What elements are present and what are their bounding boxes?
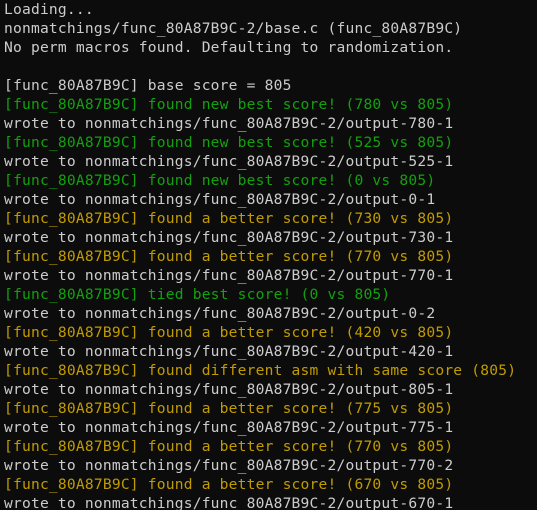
terminal-line: [func_80A87B9C] found a better score! (4… bbox=[4, 324, 454, 341]
terminal-line: wrote to nonmatchings/func_80A87B9C-2/ou… bbox=[4, 495, 454, 510]
terminal-line: [func_80A87B9C] found a better score! (6… bbox=[4, 476, 454, 493]
terminal-output: Loading... nonmatchings/func_80A87B9C-2/b… bbox=[4, 0, 537, 510]
terminal-line: wrote to nonmatchings/func_80A87B9C-2/ou… bbox=[4, 191, 436, 208]
terminal-line: wrote to nonmatchings/func_80A87B9C-2/ou… bbox=[4, 343, 454, 360]
terminal-line: [func_80A87B9C] found a better score! (7… bbox=[4, 438, 454, 455]
terminal-window[interactable]: Loading... nonmatchings/func_80A87B9C-2/b… bbox=[0, 0, 537, 510]
terminal-line: [func_80A87B9C] found a better score! (7… bbox=[4, 248, 454, 265]
terminal-line: Loading... bbox=[4, 1, 94, 18]
terminal-line: wrote to nonmatchings/func_80A87B9C-2/ou… bbox=[4, 419, 454, 436]
terminal-line: [func_80A87B9C] found a better score! (7… bbox=[4, 400, 454, 417]
terminal-line: [func_80A87B9C] found a better score! (7… bbox=[4, 210, 454, 227]
terminal-line: nonmatchings/func_80A87B9C-2/base.c (fun… bbox=[4, 20, 463, 37]
terminal-line: wrote to nonmatchings/func_80A87B9C-2/ou… bbox=[4, 381, 454, 398]
terminal-line: [func_80A87B9C] found new best score! (7… bbox=[4, 96, 454, 113]
terminal-line: wrote to nonmatchings/func_80A87B9C-2/ou… bbox=[4, 305, 436, 322]
terminal-line: wrote to nonmatchings/func_80A87B9C-2/ou… bbox=[4, 267, 454, 284]
terminal-line: [func_80A87B9C] base score = 805 bbox=[4, 77, 292, 94]
terminal-line: wrote to nonmatchings/func_80A87B9C-2/ou… bbox=[4, 229, 454, 246]
terminal-line: [func_80A87B9C] found new best score! (5… bbox=[4, 134, 454, 151]
terminal-line: wrote to nonmatchings/func_80A87B9C-2/ou… bbox=[4, 457, 454, 474]
terminal-line: No perm macros found. Defaulting to rand… bbox=[4, 39, 454, 56]
terminal-line: [func_80A87B9C] tied best score! (0 vs 8… bbox=[4, 286, 391, 303]
terminal-line: wrote to nonmatchings/func_80A87B9C-2/ou… bbox=[4, 115, 454, 132]
terminal-line: [func_80A87B9C] found new best score! (0… bbox=[4, 172, 436, 189]
terminal-line: wrote to nonmatchings/func_80A87B9C-2/ou… bbox=[4, 153, 454, 170]
terminal-line: [func_80A87B9C] found different asm with… bbox=[4, 362, 517, 379]
